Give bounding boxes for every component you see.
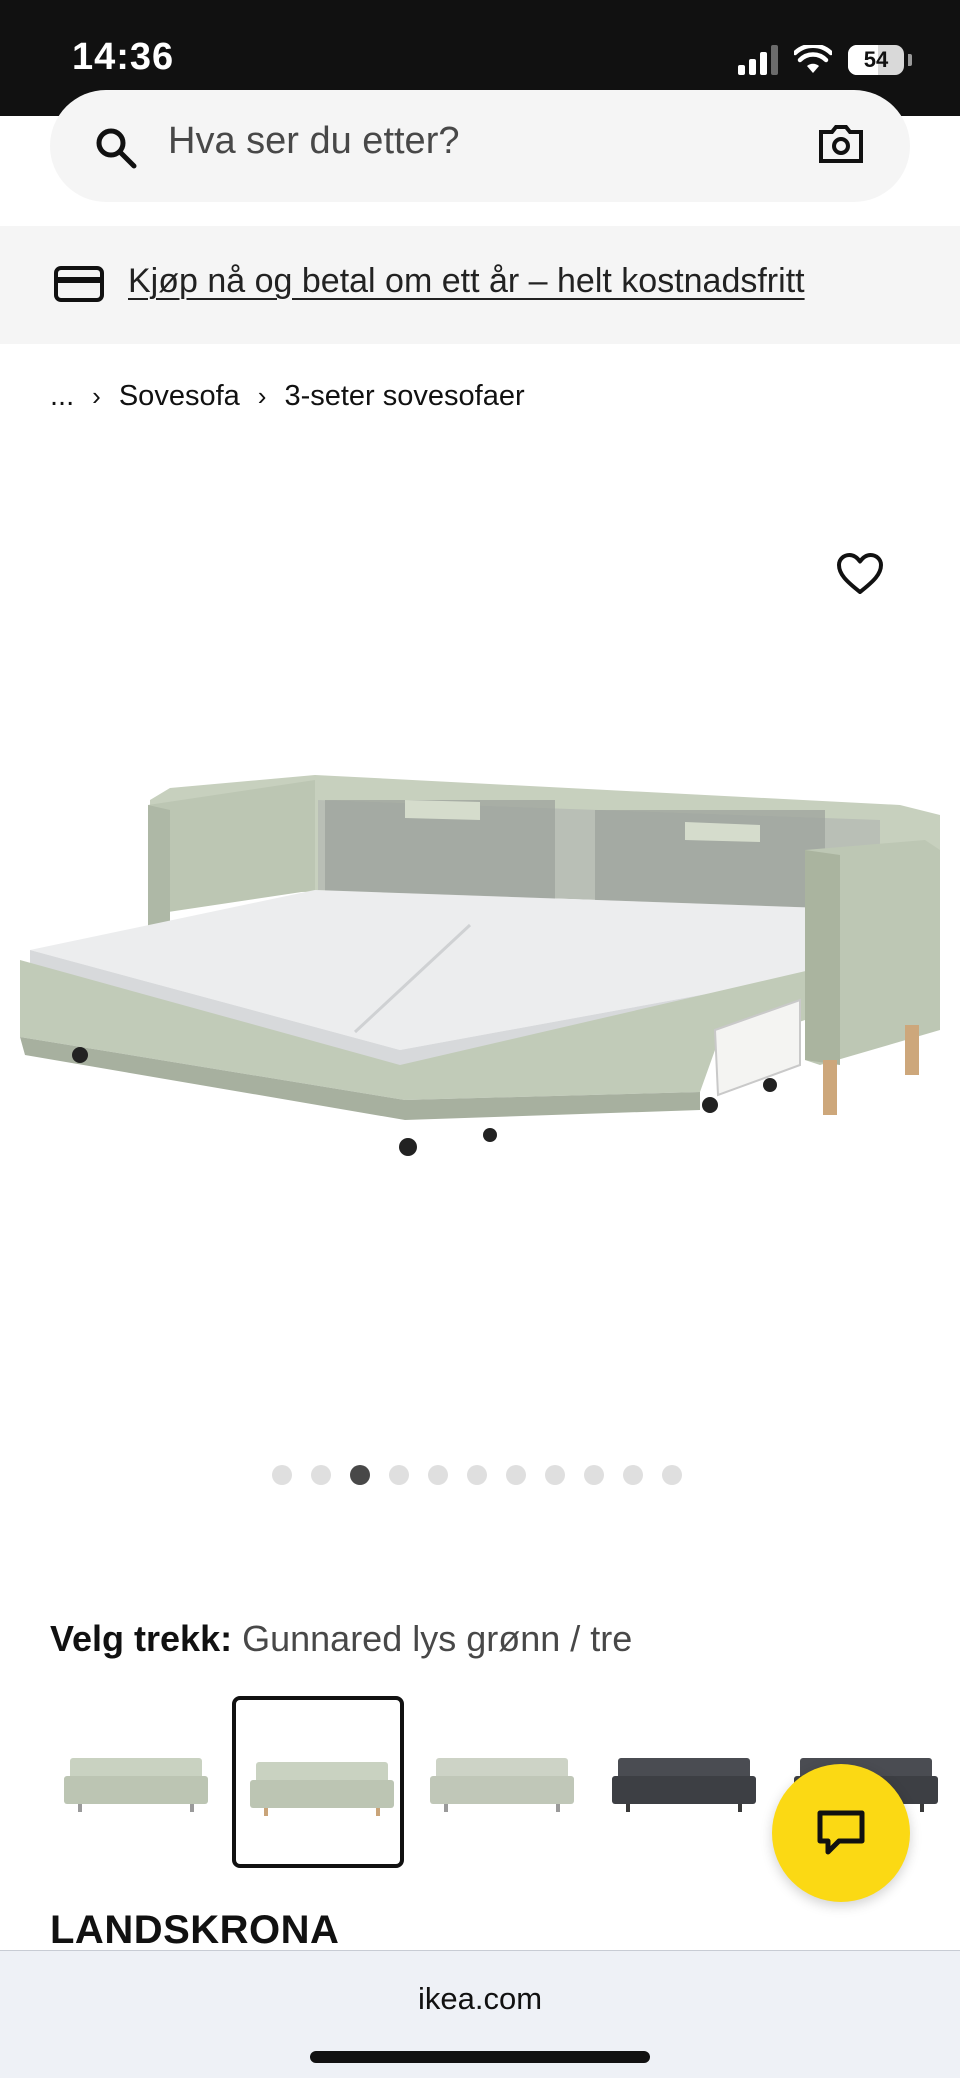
carousel-dot-active[interactable] — [350, 1465, 370, 1485]
breadcrumb-3-seter-sovesofaer[interactable]: 3-seter sovesofaer — [284, 380, 524, 413]
product-image[interactable] — [0, 470, 960, 1310]
url-text: ikea.com — [417, 1981, 543, 2016]
chevron-right-icon: › — [257, 380, 267, 411]
swatch-option[interactable] — [416, 1696, 588, 1868]
search-icon — [96, 128, 137, 169]
camera-icon[interactable] — [818, 124, 864, 164]
search-placeholder: Hva ser du etter? — [168, 120, 460, 162]
chat-bubble-icon — [817, 1810, 865, 1855]
carousel-dot[interactable] — [311, 1465, 331, 1485]
carousel-dot[interactable] — [584, 1465, 604, 1485]
home-indicator — [310, 2051, 650, 2063]
status-time: 14:36 — [72, 36, 175, 78]
breadcrumb-ellipsis[interactable]: ... — [50, 380, 74, 413]
financing-link[interactable]: Kjøp nå og betal om ett år – helt kostna… — [128, 262, 805, 301]
battery-tip — [908, 54, 912, 66]
chat-button[interactable] — [772, 1764, 910, 1902]
carousel-dot[interactable] — [662, 1465, 682, 1485]
heart-icon[interactable] — [836, 552, 884, 596]
breadcrumb: ... › Sovesofa › 3-seter sovesofaer — [50, 378, 525, 414]
image-carousel-indicator — [272, 1465, 682, 1485]
status-icons: 54 — [738, 42, 912, 78]
swatch-option[interactable] — [598, 1696, 770, 1868]
variant-label: Velg trekk: Gunnared lys grønn / tre — [50, 1618, 632, 1660]
swatch-option-selected[interactable] — [232, 1696, 404, 1868]
breadcrumb-sovesofa[interactable]: Sovesofa — [119, 380, 240, 413]
battery-level: 54 — [863, 47, 889, 72]
product-name: LANDSKRONA — [50, 1908, 340, 1952]
carousel-dot[interactable] — [272, 1465, 292, 1485]
wifi-icon — [794, 45, 832, 73]
swatch-option[interactable] — [50, 1696, 222, 1868]
search-section: Hva ser du etter? — [0, 90, 960, 226]
cellular-signal-icon — [738, 45, 778, 75]
financing-banner: Kjøp nå og betal om ett år – helt kostna… — [0, 226, 960, 344]
credit-card-icon — [54, 266, 104, 302]
carousel-dot[interactable] — [545, 1465, 565, 1485]
carousel-dot[interactable] — [428, 1465, 448, 1485]
chevron-right-icon: › — [92, 380, 101, 411]
battery-icon: 54 — [848, 45, 904, 75]
variant-value: Gunnared lys grønn / tre — [242, 1618, 633, 1659]
carousel-dot[interactable] — [506, 1465, 526, 1485]
search-input[interactable]: Hva ser du etter? — [50, 90, 910, 202]
carousel-dot[interactable] — [467, 1465, 487, 1485]
carousel-dot[interactable] — [389, 1465, 409, 1485]
variant-heading: Velg trekk: — [50, 1618, 233, 1659]
browser-url-bar[interactable]: ikea.com — [0, 1950, 960, 2078]
carousel-dot[interactable] — [623, 1465, 643, 1485]
